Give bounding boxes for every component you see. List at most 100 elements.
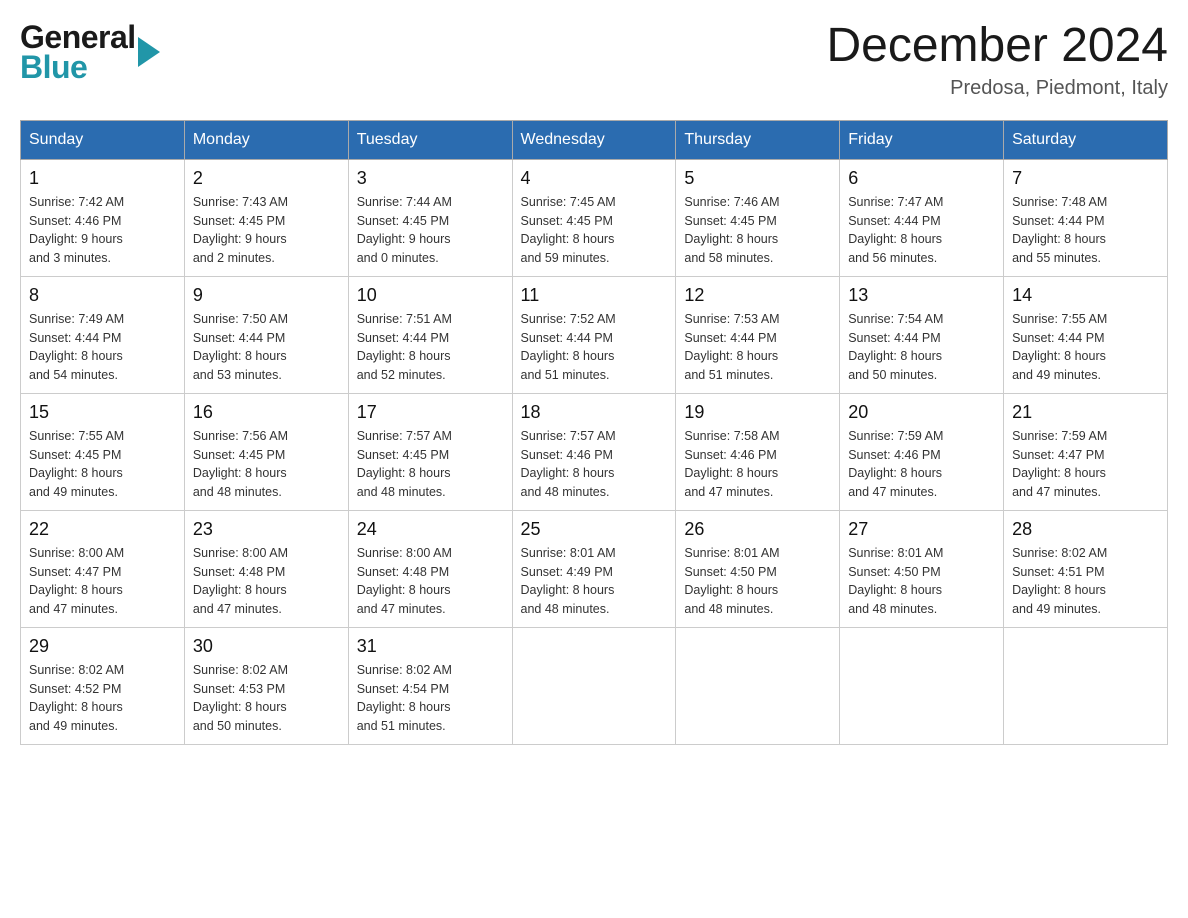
day-number: 14 [1012, 285, 1159, 306]
table-row: 7 Sunrise: 7:48 AMSunset: 4:44 PMDaylight… [1004, 159, 1168, 276]
table-row [512, 627, 676, 744]
day-info: Sunrise: 7:57 AMSunset: 4:45 PMDaylight:… [357, 427, 504, 502]
day-info: Sunrise: 7:57 AMSunset: 4:46 PMDaylight:… [521, 427, 668, 502]
day-number: 30 [193, 636, 340, 657]
day-info: Sunrise: 7:47 AMSunset: 4:44 PMDaylight:… [848, 193, 995, 268]
calendar-week-row: 8 Sunrise: 7:49 AMSunset: 4:44 PMDaylight… [21, 276, 1168, 393]
col-saturday: Saturday [1004, 120, 1168, 159]
day-info: Sunrise: 8:02 AMSunset: 4:52 PMDaylight:… [29, 661, 176, 736]
day-number: 25 [521, 519, 668, 540]
day-info: Sunrise: 8:01 AMSunset: 4:50 PMDaylight:… [848, 544, 995, 619]
table-row [840, 627, 1004, 744]
location: Predosa, Piedmont, Italy [826, 77, 1168, 100]
day-info: Sunrise: 7:46 AMSunset: 4:45 PMDaylight:… [684, 193, 831, 268]
table-row: 26Sunrise: 8:01 AMSunset: 4:50 PMDayligh… [676, 510, 840, 627]
table-row: 10 Sunrise: 7:51 AMSunset: 4:44 PMDayligh… [348, 276, 512, 393]
day-number: 31 [357, 636, 504, 657]
logo-blue-text: Blue [20, 51, 136, 83]
title-section: December 2024 Predosa, Piedmont, Italy [826, 20, 1168, 100]
table-row: 8 Sunrise: 7:49 AMSunset: 4:44 PMDaylight… [21, 276, 185, 393]
day-info: Sunrise: 7:48 AMSunset: 4:44 PMDaylight:… [1012, 193, 1159, 268]
table-row: 30Sunrise: 8:02 AMSunset: 4:53 PMDayligh… [184, 627, 348, 744]
calendar-week-row: 1Sunrise: 7:42 AMSunset: 4:46 PMDaylight… [21, 159, 1168, 276]
table-row [1004, 627, 1168, 744]
logo-arrow-icon [138, 37, 160, 67]
table-row: 22 Sunrise: 8:00 AMSunset: 4:47 PMDayligh… [21, 510, 185, 627]
day-info: Sunrise: 8:00 AMSunset: 4:48 PMDaylight:… [193, 544, 340, 619]
day-number: 21 [1012, 402, 1159, 423]
day-number: 5 [684, 168, 831, 189]
month-title: December 2024 [826, 20, 1168, 73]
col-monday: Monday [184, 120, 348, 159]
table-row: 2 Sunrise: 7:43 AMSunset: 4:45 PMDaylight… [184, 159, 348, 276]
table-row: 9Sunrise: 7:50 AMSunset: 4:44 PMDaylight… [184, 276, 348, 393]
day-number: 3 [357, 168, 504, 189]
table-row: 21 Sunrise: 7:59 AMSunset: 4:47 PMDayligh… [1004, 393, 1168, 510]
table-row: 4 Sunrise: 7:45 AMSunset: 4:45 PMDaylight… [512, 159, 676, 276]
col-wednesday: Wednesday [512, 120, 676, 159]
day-info: Sunrise: 7:53 AMSunset: 4:44 PMDaylight:… [684, 310, 831, 385]
table-row: 20Sunrise: 7:59 AMSunset: 4:46 PMDayligh… [840, 393, 1004, 510]
day-info: Sunrise: 8:00 AMSunset: 4:47 PMDaylight:… [29, 544, 176, 619]
day-info: Sunrise: 8:00 AMSunset: 4:48 PMDaylight:… [357, 544, 504, 619]
day-number: 12 [684, 285, 831, 306]
day-number: 2 [193, 168, 340, 189]
day-number: 16 [193, 402, 340, 423]
table-row: 24 Sunrise: 8:00 AMSunset: 4:48 PMDayligh… [348, 510, 512, 627]
day-number: 23 [193, 519, 340, 540]
calendar-table: Sunday Monday Tuesday Wednesday Thursday… [20, 120, 1168, 745]
day-number: 6 [848, 168, 995, 189]
day-number: 13 [848, 285, 995, 306]
calendar-week-row: 22 Sunrise: 8:00 AMSunset: 4:47 PMDayligh… [21, 510, 1168, 627]
table-row: 12 Sunrise: 7:53 AMSunset: 4:44 PMDayligh… [676, 276, 840, 393]
day-number: 18 [521, 402, 668, 423]
day-info: Sunrise: 7:55 AMSunset: 4:45 PMDaylight:… [29, 427, 176, 502]
day-info: Sunrise: 7:50 AMSunset: 4:44 PMDaylight:… [193, 310, 340, 385]
day-number: 29 [29, 636, 176, 657]
table-row: 6 Sunrise: 7:47 AMSunset: 4:44 PMDaylight… [840, 159, 1004, 276]
day-info: Sunrise: 7:43 AMSunset: 4:45 PMDaylight:… [193, 193, 340, 268]
day-info: Sunrise: 7:59 AMSunset: 4:47 PMDaylight:… [1012, 427, 1159, 502]
col-sunday: Sunday [21, 120, 185, 159]
day-number: 10 [357, 285, 504, 306]
table-row: 29 Sunrise: 8:02 AMSunset: 4:52 PMDayligh… [21, 627, 185, 744]
day-number: 20 [848, 402, 995, 423]
table-row: 16Sunrise: 7:56 AMSunset: 4:45 PMDayligh… [184, 393, 348, 510]
table-row: 28Sunrise: 8:02 AMSunset: 4:51 PMDayligh… [1004, 510, 1168, 627]
day-number: 19 [684, 402, 831, 423]
day-info: Sunrise: 8:02 AMSunset: 4:54 PMDaylight:… [357, 661, 504, 736]
day-number: 4 [521, 168, 668, 189]
calendar-week-row: 29 Sunrise: 8:02 AMSunset: 4:52 PMDayligh… [21, 627, 1168, 744]
day-info: Sunrise: 7:55 AMSunset: 4:44 PMDaylight:… [1012, 310, 1159, 385]
table-row: 25 Sunrise: 8:01 AMSunset: 4:49 PMDayligh… [512, 510, 676, 627]
day-number: 27 [848, 519, 995, 540]
day-info: Sunrise: 7:45 AMSunset: 4:45 PMDaylight:… [521, 193, 668, 268]
table-row: 13Sunrise: 7:54 AMSunset: 4:44 PMDayligh… [840, 276, 1004, 393]
day-number: 11 [521, 285, 668, 306]
day-info: Sunrise: 7:52 AMSunset: 4:44 PMDaylight:… [521, 310, 668, 385]
day-number: 8 [29, 285, 176, 306]
table-row [676, 627, 840, 744]
day-info: Sunrise: 7:42 AMSunset: 4:46 PMDaylight:… [29, 193, 176, 268]
day-number: 28 [1012, 519, 1159, 540]
day-number: 22 [29, 519, 176, 540]
table-row: 11 Sunrise: 7:52 AMSunset: 4:44 PMDayligh… [512, 276, 676, 393]
page-header: General Blue December 2024 Predosa, Pied… [20, 20, 1168, 100]
table-row: 31 Sunrise: 8:02 AMSunset: 4:54 PMDayligh… [348, 627, 512, 744]
day-info: Sunrise: 7:58 AMSunset: 4:46 PMDaylight:… [684, 427, 831, 502]
day-number: 7 [1012, 168, 1159, 189]
day-info: Sunrise: 8:01 AMSunset: 4:49 PMDaylight:… [521, 544, 668, 619]
day-info: Sunrise: 7:51 AMSunset: 4:44 PMDaylight:… [357, 310, 504, 385]
calendar-header-row: Sunday Monday Tuesday Wednesday Thursday… [21, 120, 1168, 159]
day-info: Sunrise: 7:44 AMSunset: 4:45 PMDaylight:… [357, 193, 504, 268]
table-row: 3 Sunrise: 7:44 AMSunset: 4:45 PMDaylight… [348, 159, 512, 276]
day-number: 24 [357, 519, 504, 540]
day-number: 15 [29, 402, 176, 423]
day-number: 17 [357, 402, 504, 423]
table-row: 18 Sunrise: 7:57 AMSunset: 4:46 PMDayligh… [512, 393, 676, 510]
table-row: 17 Sunrise: 7:57 AMSunset: 4:45 PMDayligh… [348, 393, 512, 510]
table-row: 14 Sunrise: 7:55 AMSunset: 4:44 PMDayligh… [1004, 276, 1168, 393]
day-info: Sunrise: 7:49 AMSunset: 4:44 PMDaylight:… [29, 310, 176, 385]
table-row: 23 Sunrise: 8:00 AMSunset: 4:48 PMDayligh… [184, 510, 348, 627]
col-thursday: Thursday [676, 120, 840, 159]
